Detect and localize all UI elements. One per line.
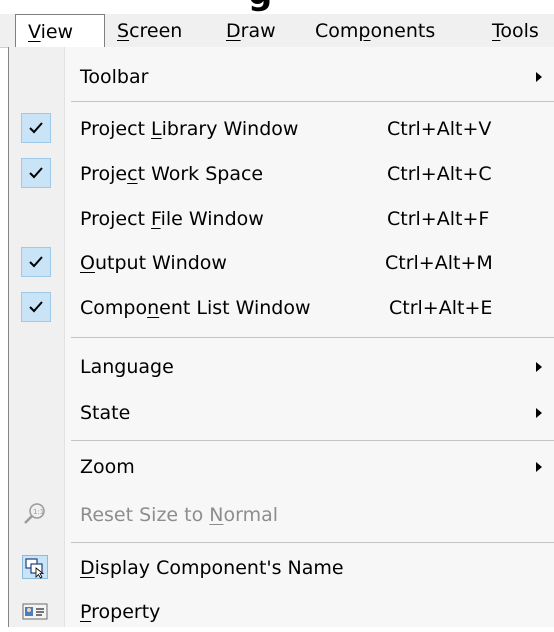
- menu-item-reset-size-to-normal: 1:1 Reset Size to Normal: [9, 495, 554, 535]
- checkmark-icon: [21, 113, 51, 143]
- menu-item-toolbar[interactable]: Toolbar: [9, 57, 554, 97]
- menu-item-display-components-name[interactable]: Display Component's Name: [9, 548, 554, 588]
- menu-draw[interactable]: Draw: [226, 14, 276, 48]
- menu-separator: [71, 542, 554, 543]
- view-dropdown-menu: Toolbar Project Library Window Ctrl+Alt+…: [8, 47, 554, 627]
- menu-item-output-window[interactable]: Output Window Ctrl+Alt+M: [9, 243, 554, 283]
- shortcut-label: Ctrl+Alt+F: [387, 208, 490, 230]
- menu-separator: [71, 101, 554, 102]
- menu-item-label: Project Work Space: [80, 163, 264, 185]
- menu-item-label: Toolbar: [80, 66, 149, 88]
- menu-screen[interactable]: Screen: [117, 14, 182, 48]
- shortcut-label: Ctrl+Alt+E: [389, 297, 493, 319]
- menu-view[interactable]: View: [15, 14, 105, 49]
- menu-item-label: Project Library Window: [80, 118, 299, 140]
- menu-item-project-library-window[interactable]: Project Library Window Ctrl+Alt+V: [9, 109, 554, 149]
- submenu-arrow-icon: [536, 362, 542, 372]
- menu-item-project-file-window[interactable]: Project File Window Ctrl+Alt+F: [9, 199, 554, 239]
- menu-item-label: Reset Size to Normal: [80, 504, 279, 526]
- menu-item-component-list-window[interactable]: Component List Window Ctrl+Alt+E: [9, 288, 554, 328]
- submenu-arrow-icon: [536, 462, 542, 472]
- menu-bar: View Screen Draw Components Tools: [0, 14, 554, 49]
- svg-text:1:1: 1:1: [33, 508, 44, 516]
- menu-item-project-work-space[interactable]: Project Work Space Ctrl+Alt+C: [9, 154, 554, 194]
- menu-item-label: Component List Window: [80, 297, 311, 319]
- submenu-arrow-icon: [536, 408, 542, 418]
- submenu-arrow-icon: [536, 72, 542, 82]
- menu-item-language[interactable]: Language: [9, 347, 554, 387]
- menu-separator: [71, 337, 554, 338]
- menu-item-label: Language: [80, 356, 174, 378]
- checkmark-icon: [21, 158, 51, 188]
- menu-item-property[interactable]: Property: [9, 592, 554, 632]
- clipped-heading-fragment: g: [0, 0, 554, 14]
- menu-item-zoom[interactable]: Zoom: [9, 447, 554, 487]
- zoom-reset-icon: 1:1: [22, 502, 48, 526]
- menu-separator: [71, 440, 554, 441]
- menu-item-label: Zoom: [80, 456, 135, 478]
- shortcut-label: Ctrl+Alt+M: [385, 252, 493, 274]
- shortcut-label: Ctrl+Alt+V: [387, 118, 492, 140]
- menu-item-label: State: [80, 402, 131, 424]
- menu-item-label: Output Window: [80, 252, 227, 274]
- menu-item-label: Property: [80, 601, 161, 623]
- menu-item-label: Display Component's Name: [80, 557, 344, 579]
- shortcut-label: Ctrl+Alt+C: [387, 163, 492, 185]
- property-icon: [22, 599, 48, 623]
- checkmark-icon: [21, 292, 51, 322]
- menu-tools[interactable]: Tools: [492, 14, 539, 48]
- checkmark-icon: [21, 247, 51, 277]
- menu-components[interactable]: Components: [315, 14, 435, 48]
- menu-item-state[interactable]: State: [9, 393, 554, 433]
- menu-item-label: Project File Window: [80, 208, 264, 230]
- display-name-icon: [22, 555, 48, 579]
